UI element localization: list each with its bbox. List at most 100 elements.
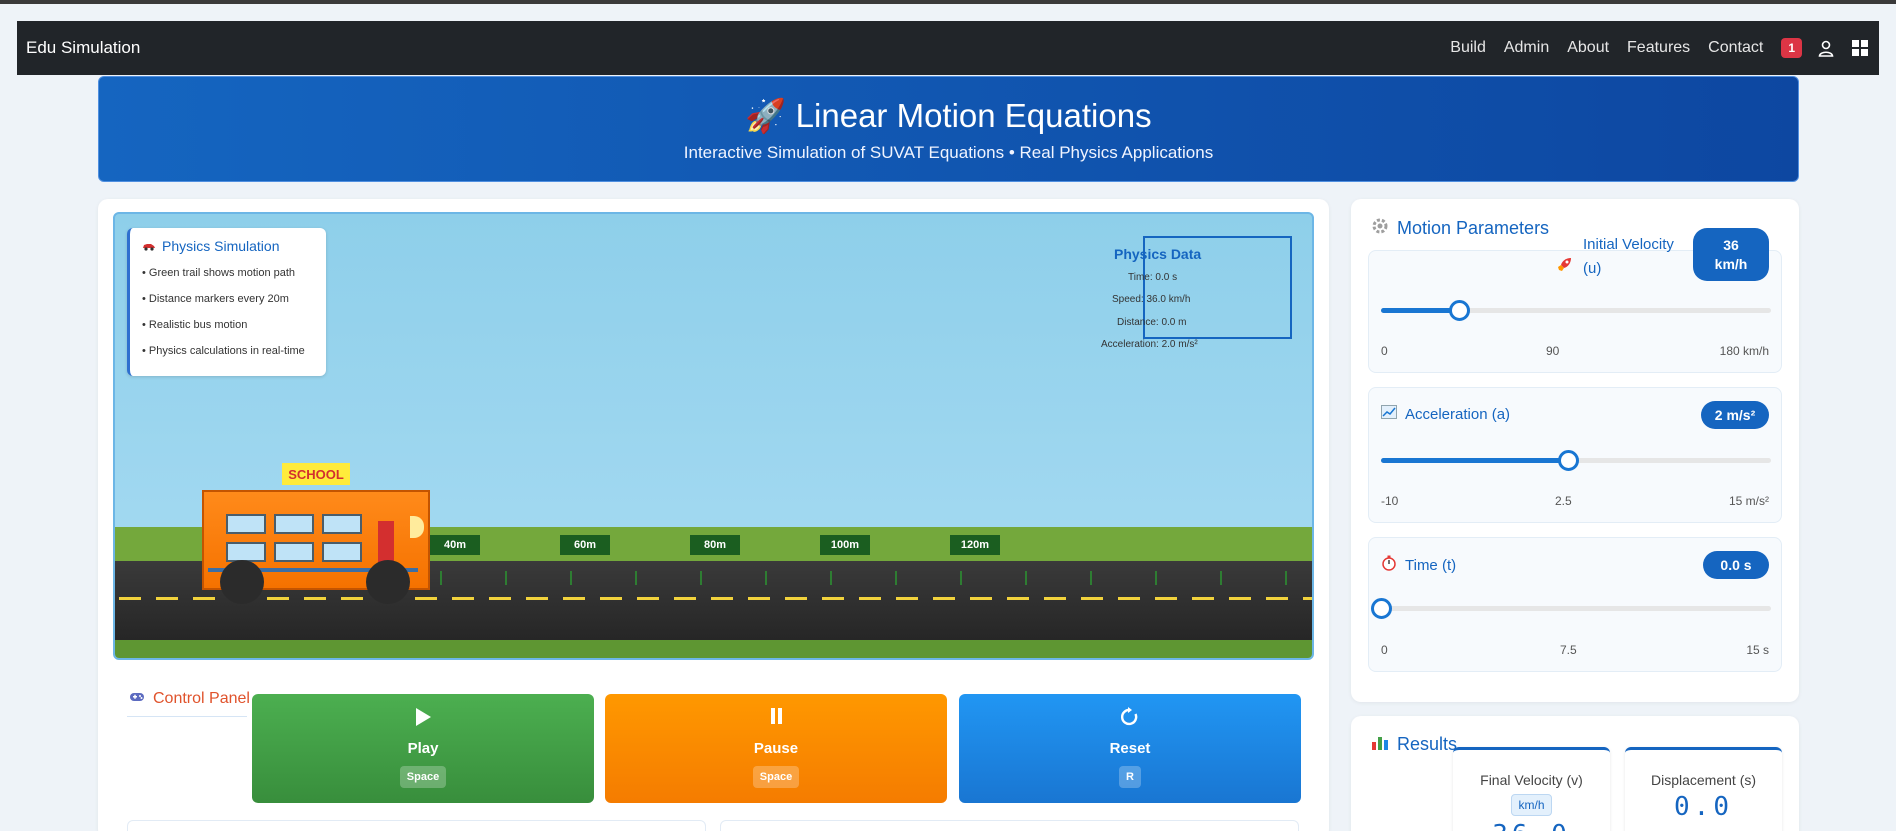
bottom-panel-left bbox=[127, 820, 706, 831]
info-item: • Distance markers every 20m bbox=[142, 293, 289, 305]
info-panel-title-text: Physics Simulation bbox=[162, 238, 280, 254]
pause-button[interactable]: Pause Space bbox=[605, 694, 947, 803]
lane-dash bbox=[896, 597, 918, 600]
lane-dash bbox=[156, 597, 178, 600]
results-title-text: Results bbox=[1397, 734, 1458, 754]
lane-dash bbox=[1081, 597, 1103, 600]
lane-dash bbox=[970, 597, 992, 600]
initial-velocity-label: Initial Velocity (u) bbox=[1583, 235, 1674, 279]
reset-label: Reset bbox=[1109, 740, 1151, 757]
reset-shortcut: R bbox=[1119, 766, 1141, 788]
nav-build[interactable]: Build bbox=[1450, 39, 1486, 57]
car-icon bbox=[142, 238, 156, 254]
time-label: Time (t) bbox=[1381, 555, 1456, 575]
distance-marker: 40m bbox=[430, 535, 480, 555]
grass-strip-bottom bbox=[115, 640, 1312, 658]
initial-velocity-label-line1: Initial Velocity bbox=[1583, 236, 1674, 253]
distance-tick bbox=[830, 571, 832, 585]
nav-features[interactable]: Features bbox=[1627, 39, 1690, 57]
lane-dash bbox=[489, 597, 511, 600]
distance-marker: 60m bbox=[560, 535, 610, 555]
pause-icon bbox=[605, 706, 947, 734]
initial-velocity-label-line2: (u) bbox=[1583, 260, 1602, 277]
nav-about[interactable]: About bbox=[1567, 39, 1609, 57]
lane-dash bbox=[1229, 597, 1251, 600]
window-top-edge bbox=[0, 0, 1896, 4]
lane-dash bbox=[1118, 597, 1140, 600]
results-title: Results bbox=[1371, 734, 1457, 755]
time-min: 0 bbox=[1381, 643, 1388, 657]
displacement-result: Displacement (s) 0.0 bbox=[1625, 747, 1782, 831]
distance-tick bbox=[1155, 571, 1157, 585]
grid-icon[interactable] bbox=[1850, 38, 1870, 58]
distance-tick bbox=[505, 571, 507, 585]
user-icon[interactable] bbox=[1816, 38, 1836, 58]
play-button[interactable]: Play Space bbox=[252, 694, 594, 803]
rocket-icon: 🚀 bbox=[745, 97, 787, 134]
acceleration-value: 2 m/s² bbox=[1701, 401, 1769, 429]
reset-icon bbox=[959, 706, 1301, 734]
distance-tick bbox=[765, 571, 767, 585]
distance-marker: 80m bbox=[690, 535, 740, 555]
gear-icon bbox=[1371, 217, 1389, 240]
hero-banner: 🚀 Linear Motion Equations Interactive Si… bbox=[98, 76, 1799, 182]
pause-shortcut: Space bbox=[752, 766, 800, 788]
page-subtitle: Interactive Simulation of SUVAT Equation… bbox=[683, 143, 1214, 162]
acceleration-slider-thumb[interactable] bbox=[1558, 450, 1580, 471]
nav-admin[interactable]: Admin bbox=[1504, 39, 1549, 57]
lane-dash bbox=[1192, 597, 1214, 600]
initial-velocity-slider[interactable] bbox=[1381, 300, 1771, 321]
bus-window bbox=[274, 542, 314, 562]
lane-dash bbox=[748, 597, 770, 600]
brand-link[interactable]: Edu Simulation bbox=[26, 38, 140, 58]
acceleration-group: Acceleration (a) 2 m/s² -10 2.5 15 m/s² bbox=[1368, 387, 1782, 523]
bar-chart-icon bbox=[1371, 734, 1389, 755]
acceleration-label: Acceleration (a) bbox=[1381, 405, 1510, 423]
info-item: • Physics calculations in real-time bbox=[142, 345, 305, 357]
control-panel-title: Control Panel bbox=[129, 690, 250, 708]
time-value: 0.0 s bbox=[1703, 551, 1769, 579]
time-mid: 7.5 bbox=[1560, 643, 1577, 657]
lane-dash bbox=[267, 597, 289, 600]
notification-badge[interactable]: 1 bbox=[1781, 38, 1802, 58]
lane-dash bbox=[1266, 597, 1288, 600]
acceleration-slider-fill bbox=[1381, 458, 1569, 463]
bus-window bbox=[226, 514, 266, 534]
distance-tick bbox=[635, 571, 637, 585]
control-panel-title-text: Control Panel bbox=[153, 690, 250, 707]
simulation-info-panel: Physics Simulation • Green trail shows m… bbox=[127, 228, 326, 376]
reset-button[interactable]: Reset R bbox=[959, 694, 1301, 803]
initial-velocity-slider-thumb[interactable] bbox=[1449, 300, 1470, 321]
final-velocity-result: Final Velocity (v) km/h 36.0 bbox=[1453, 747, 1610, 831]
time-group: Time (t) 0.0 s 0 7.5 15 s bbox=[1368, 537, 1782, 672]
info-item: • Green trail shows motion path bbox=[142, 267, 296, 279]
lane-dash bbox=[1303, 597, 1312, 600]
nav-links: Build Admin About Features Contact 1 bbox=[1432, 38, 1870, 58]
acceleration-label-text: Acceleration (a) bbox=[1405, 405, 1511, 423]
play-icon bbox=[252, 706, 594, 734]
bus-window bbox=[274, 514, 314, 534]
time-slider-thumb[interactable] bbox=[1371, 598, 1392, 619]
nav-contact[interactable]: Contact bbox=[1708, 39, 1763, 57]
physics-data-speed: Speed: 36.0 km/h bbox=[1112, 294, 1191, 305]
acceleration-mid: 2.5 bbox=[1555, 494, 1572, 508]
displacement-label: Displacement (s) bbox=[1650, 772, 1757, 788]
bus-window bbox=[322, 542, 362, 562]
motion-parameters-title: Motion Parameters bbox=[1371, 217, 1549, 240]
initial-velocity-unit: km/h bbox=[1714, 256, 1748, 272]
page-title: 🚀 Linear Motion Equations bbox=[99, 97, 1798, 136]
bus-window bbox=[226, 542, 266, 562]
time-slider[interactable] bbox=[1371, 598, 1771, 619]
bottom-panel-right bbox=[720, 820, 1299, 831]
final-velocity-value: 36.0 bbox=[1453, 820, 1610, 831]
gamepad-icon bbox=[129, 690, 145, 708]
acceleration-max: 15 m/s² bbox=[1728, 494, 1769, 508]
initial-velocity-slider-fill bbox=[1381, 308, 1459, 313]
distance-tick bbox=[1090, 571, 1092, 585]
lane-dash bbox=[526, 597, 548, 600]
lane-dash bbox=[119, 597, 141, 600]
acceleration-slider[interactable] bbox=[1381, 450, 1771, 471]
physics-data-time: Time: 0.0 s bbox=[1128, 272, 1178, 283]
lane-dash bbox=[304, 597, 326, 600]
physics-data-acceleration: Acceleration: 2.0 m/s² bbox=[1101, 339, 1198, 350]
